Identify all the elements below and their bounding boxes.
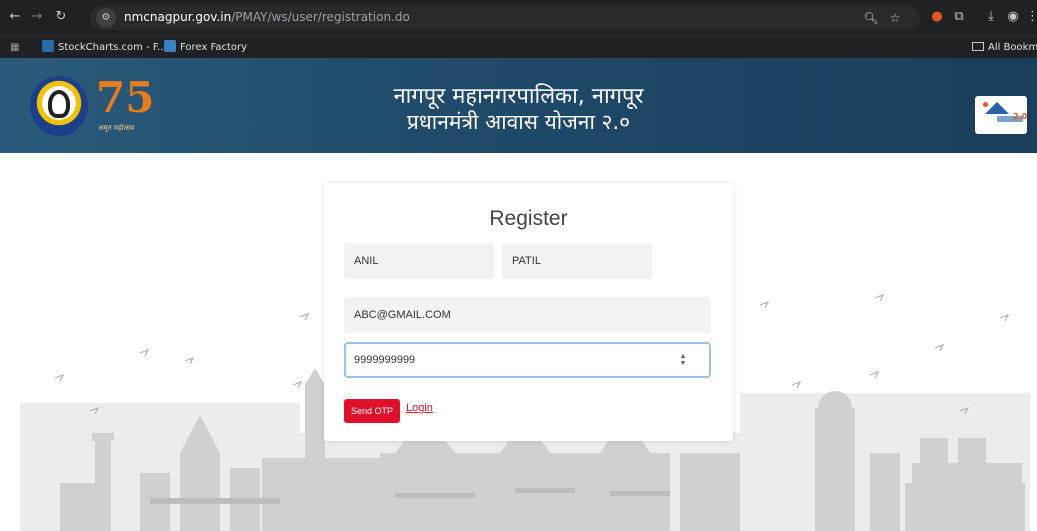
download-icon[interactable]: ⤓ [982, 8, 1000, 26]
pmay-logo: 2.0 [975, 96, 1027, 134]
profile-icon[interactable]: ◉ [1004, 8, 1022, 26]
url-text: nmcnagpur.gov.in/PMAY/ws/user/registrati… [124, 10, 410, 24]
last-name-field[interactable]: PATIL [502, 243, 652, 279]
folder-icon [972, 42, 984, 51]
reload-icon[interactable]: ↻ [52, 8, 70, 26]
address-bar[interactable]: ⚙ nmcnagpur.gov.in/PMAY/ws/user/registra… [90, 6, 920, 30]
zoom-icon[interactable]: 🔍︎ [862, 9, 880, 27]
extension-icon[interactable]: ● [928, 8, 946, 26]
header-subtitle: प्रधानमंत्री आवास योजना २.० [406, 110, 631, 134]
extensions-puzzle-icon[interactable]: ⧉ [950, 8, 968, 26]
header-banner: 75 अमृत महोत्सव नागपूर महानगरपालिका, नाग… [0, 58, 1037, 153]
form-heading: Register [489, 207, 568, 230]
all-bookmarks[interactable]: All Bookmarks [972, 40, 1037, 56]
first-name-field[interactable]: ANIL [344, 243, 494, 279]
mobile-number-field[interactable]: 9999999999 ▲ ▼ [344, 342, 711, 378]
stockcharts-icon [42, 40, 54, 52]
site-info-icon[interactable]: ⚙ [96, 8, 116, 28]
forward-icon[interactable]: → [28, 8, 46, 26]
back-icon[interactable]: ← [6, 8, 24, 26]
number-stepper-icon[interactable]: ▲ ▼ [679, 353, 687, 367]
registration-card: Register ANIL PATIL ABC@GMAIL.COM 999999… [324, 183, 733, 441]
forex-factory-icon [164, 40, 176, 52]
send-otp-button[interactable]: Send OTP [344, 399, 400, 423]
header-title: नागपूर महानगरपालिका, नागपूर [393, 84, 644, 109]
bookmark-star-icon[interactable]: ☆ [886, 9, 904, 27]
browser-toolbar: ← → ↻ ⚙ nmcnagpur.gov.in/PMAY/ws/user/re… [0, 0, 1037, 36]
email-field[interactable]: ABC@GMAIL.COM [344, 297, 711, 333]
menu-icon[interactable]: ⋮ [1026, 8, 1037, 26]
bookmarks-bar: ▦ StockCharts.com - F... Forex Factory A… [0, 36, 1037, 58]
bookmark-stockcharts[interactable]: StockCharts.com - F... [42, 40, 167, 56]
mobile-number-value: 9999999999 [354, 354, 416, 366]
login-link[interactable]: Login [406, 402, 433, 414]
bookmark-forex-factory[interactable]: Forex Factory [164, 40, 247, 56]
apps-icon[interactable]: ▦ [10, 40, 19, 56]
